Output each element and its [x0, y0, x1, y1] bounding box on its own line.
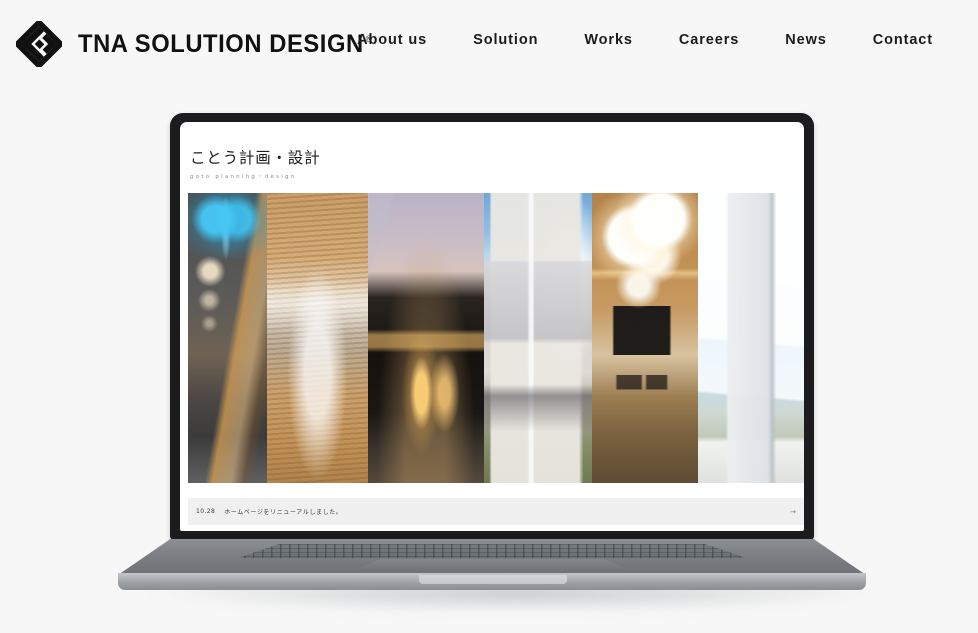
laptop-mockup: ことう計画・設計 goto planning・design 10.28 ホームペ…: [0, 0, 978, 633]
gallery-panel-5[interactable]: [592, 193, 698, 483]
mockup-site-title-block: ことう計画・設計 goto planning・design: [180, 122, 804, 180]
mockup-site-title-romaji: goto planning・design: [190, 174, 297, 180]
laptop-screen: ことう計画・設計 goto planning・design 10.28 ホームペ…: [180, 122, 804, 531]
news-date: 10.28: [196, 508, 216, 515]
laptop-lid: ことう計画・設計 goto planning・design 10.28 ホームペ…: [170, 113, 814, 540]
news-next-arrow-icon[interactable]: →: [790, 508, 796, 516]
gallery-panel-2[interactable]: [267, 193, 368, 483]
mockup-site-title-jp: ことう計画・設計: [190, 149, 321, 167]
mockup-news-bar: 10.28 ホームページをリニューアルしました。 →: [188, 498, 804, 525]
news-headline[interactable]: ホームページをリニューアルしました。: [224, 507, 342, 516]
gallery-panel-3[interactable]: [368, 193, 484, 483]
laptop-front-notch: [419, 575, 567, 584]
laptop-base: [118, 539, 866, 591]
mockup-image-gallery: [188, 193, 804, 483]
gallery-panel-6[interactable]: [698, 193, 804, 483]
gallery-panel-1[interactable]: [188, 193, 267, 483]
gallery-panel-4[interactable]: [484, 193, 592, 483]
